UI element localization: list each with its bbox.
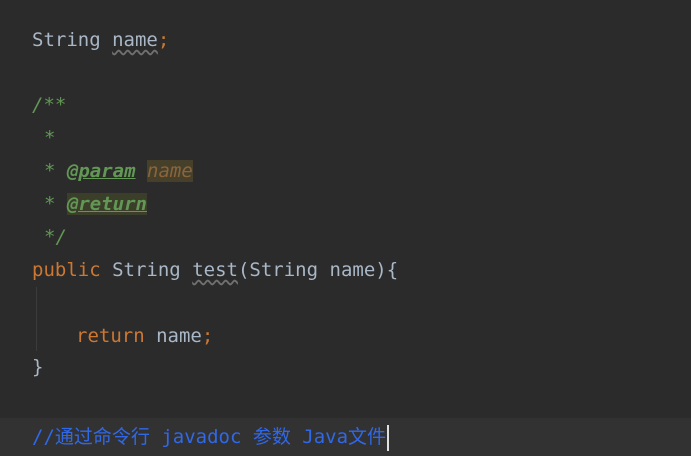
text-caret xyxy=(387,424,390,451)
type-token: String xyxy=(32,29,101,51)
return-type-token: String xyxy=(112,259,181,281)
doc-return-tag: @return xyxy=(66,193,147,215)
code-line-doc-close[interactable]: */ xyxy=(0,221,691,254)
code-line-field[interactable]: String name; xyxy=(0,24,691,57)
open-paren-token: ( xyxy=(237,259,250,281)
method-name-token: test xyxy=(192,259,238,281)
doc-param-name: name xyxy=(147,160,193,182)
modifier-token: public xyxy=(32,259,101,281)
code-line-comment-current[interactable]: //通过命令行 javadoc 参数 Java文件 xyxy=(0,418,691,456)
semicolon-token: ; xyxy=(157,29,170,51)
line-comment-token: //通过命令行 javadoc 参数 Java文件 xyxy=(32,426,387,448)
field-name-token: name xyxy=(112,29,158,51)
doc-star-token: * xyxy=(44,193,56,215)
doc-star-token: * xyxy=(44,127,56,149)
doc-param-tag: @param xyxy=(66,160,136,182)
code-line-return[interactable]: return name; xyxy=(0,320,691,353)
return-value-token: name xyxy=(156,325,202,347)
code-line-doc-open[interactable]: /** xyxy=(0,89,691,122)
close-brace-token: } xyxy=(32,356,44,378)
semicolon-token: ; xyxy=(201,325,214,347)
doc-open-token: /** xyxy=(32,94,67,116)
close-paren-token: ) xyxy=(375,259,387,281)
doc-close-token: */ xyxy=(44,226,67,248)
code-line-doc-star[interactable]: * xyxy=(0,122,691,155)
code-line-close-brace[interactable]: } xyxy=(0,351,691,384)
return-keyword-token: return xyxy=(76,325,145,347)
code-line-method-signature[interactable]: public String test(String name){ xyxy=(0,254,691,287)
doc-star-token: * xyxy=(44,160,56,182)
code-editor[interactable]: String name; /** * * @param name * @retu… xyxy=(0,0,691,456)
open-brace-token: { xyxy=(386,259,399,281)
param-name-token: name xyxy=(329,259,376,281)
code-line-doc-return[interactable]: * @return xyxy=(0,188,691,221)
param-type-token: String xyxy=(249,259,319,281)
code-line-doc-param[interactable]: * @param name xyxy=(0,155,691,188)
